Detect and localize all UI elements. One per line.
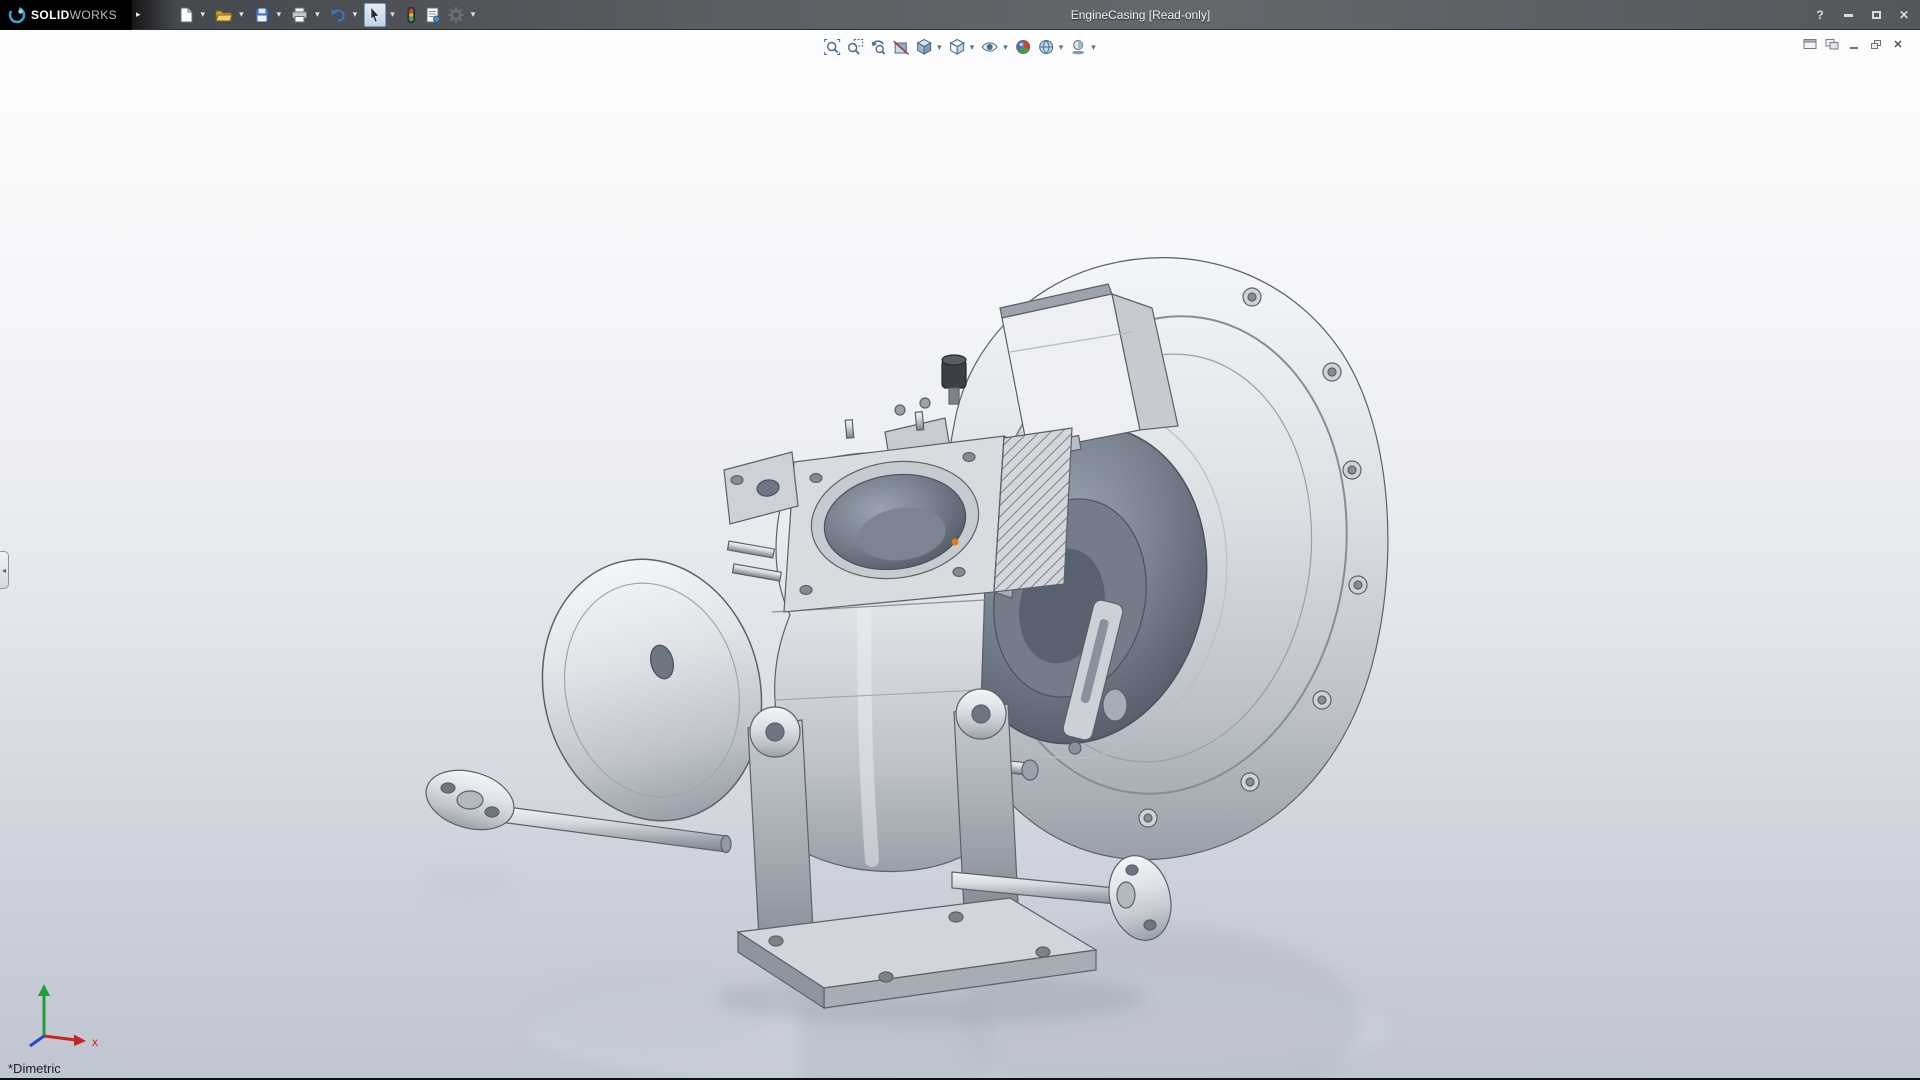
- undo-dropdown-arrow[interactable]: ▾: [353, 9, 358, 20]
- print-dropdown-arrow[interactable]: ▾: [315, 9, 320, 20]
- help-button[interactable]: ?: [1812, 7, 1828, 23]
- menu-flyout-arrow-icon[interactable]: ▸: [136, 9, 141, 20]
- edit-appearance-icon: [1015, 40, 1030, 54]
- brand-text: SOLIDWORKS: [31, 7, 118, 22]
- hide-show-dropdown-arrow[interactable]: ▾: [1003, 42, 1008, 53]
- apply-scene-button[interactable]: [1035, 35, 1057, 59]
- heads-up-view-toolbar: ▾ ▾ ▾ ▾ ▾: [821, 35, 1099, 59]
- title-bar: SOLIDWORKS ▸ ▾ ▾ ▾ ▾ ▾ ▾ ▾ EngineCasing …: [0, 0, 1920, 30]
- select-cursor-icon: [370, 5, 380, 23]
- maximize-icon: [1871, 11, 1881, 19]
- apply-scene-icon: [1038, 40, 1053, 54]
- open-button[interactable]: [212, 3, 235, 27]
- view-settings-dropdown-arrow[interactable]: ▾: [1091, 42, 1096, 53]
- open-icon: [215, 10, 233, 21]
- view-orientation-button[interactable]: [913, 35, 935, 59]
- doc-close-button[interactable]: ✕: [1890, 36, 1906, 52]
- graphics-viewport[interactable]: ▾ ▾ ▾ ▾ ▾ ✕ ◂ x *Dimetric: [0, 30, 1920, 1080]
- previous-view-icon: [871, 40, 886, 55]
- document-title: EngineCasing [Read-only]: [1070, 8, 1211, 22]
- display-style-dropdown-arrow[interactable]: ▾: [970, 42, 975, 53]
- section-view-icon: [893, 40, 910, 56]
- undo-button[interactable]: [327, 3, 349, 27]
- doc-prev-window-button[interactable]: [1802, 36, 1818, 52]
- save-button[interactable]: [251, 3, 273, 27]
- view-orientation-icon: [916, 38, 932, 55]
- view-settings-button[interactable]: [1067, 35, 1089, 59]
- new-document-icon: [180, 7, 193, 22]
- zoom-to-fit-button[interactable]: [821, 35, 843, 59]
- dassault-3ds-logo-icon: [8, 6, 26, 23]
- triad-x-label: x: [92, 1035, 98, 1049]
- doc-restore-icon: [1871, 39, 1881, 49]
- zoom-to-area-icon: [847, 39, 864, 55]
- save-icon: [254, 7, 269, 22]
- main-toolbar: ▾ ▾ ▾ ▾ ▾ ▾ ▾: [175, 2, 481, 27]
- display-style-button[interactable]: [946, 35, 968, 59]
- print-button[interactable]: [288, 3, 311, 27]
- zoom-to-fit-icon: [824, 39, 841, 55]
- options-button[interactable]: [445, 3, 467, 27]
- feature-manager-collapsed-tab[interactable]: ◂: [0, 551, 9, 589]
- document-window-controls: ✕: [1802, 36, 1906, 52]
- view-settings-icon: [1072, 40, 1085, 55]
- minimize-button[interactable]: [1840, 7, 1856, 23]
- file-properties-icon: [426, 7, 440, 22]
- solidworks-logo: SOLIDWORKS: [0, 0, 132, 30]
- doc-minimize-button[interactable]: [1846, 36, 1862, 52]
- window-front-icon: [1825, 39, 1839, 50]
- orientation-triad: x: [29, 984, 98, 1049]
- undo-icon: [331, 9, 345, 22]
- print-icon: [292, 7, 308, 22]
- view-orientation-dropdown-arrow[interactable]: ▾: [937, 42, 942, 53]
- previous-view-button[interactable]: [867, 35, 889, 59]
- apply-scene-dropdown-arrow[interactable]: ▾: [1059, 42, 1064, 53]
- section-view-button[interactable]: [890, 35, 912, 59]
- open-dropdown-arrow[interactable]: ▾: [239, 9, 244, 20]
- save-dropdown-arrow[interactable]: ▾: [277, 9, 282, 20]
- file-properties-button[interactable]: [422, 3, 443, 27]
- view-orientation-label: *Dimetric: [8, 1061, 61, 1076]
- window-back-icon: [1803, 39, 1817, 49]
- rebuild-traffic-light-icon: [407, 6, 415, 23]
- options-gear-icon: [447, 6, 464, 23]
- hide-show-items-icon: [981, 42, 998, 52]
- display-style-icon: [949, 38, 965, 55]
- new-dropdown-arrow[interactable]: ▾: [201, 9, 206, 20]
- maximize-button[interactable]: [1868, 7, 1884, 23]
- hide-show-items-button[interactable]: [978, 35, 1001, 59]
- rebuild-button[interactable]: [402, 3, 420, 27]
- select-button[interactable]: [364, 2, 387, 27]
- engine-casing-model[interactable]: [0, 30, 1920, 1080]
- doc-minimize-icon: [1850, 47, 1858, 49]
- select-dropdown-arrow[interactable]: ▾: [390, 9, 395, 20]
- doc-new-window-button[interactable]: [1824, 36, 1840, 52]
- window-controls: ? ✕: [1812, 0, 1912, 30]
- edit-appearance-button[interactable]: [1012, 35, 1034, 59]
- doc-restore-button[interactable]: [1868, 36, 1884, 52]
- zoom-to-area-button[interactable]: [844, 35, 866, 59]
- options-dropdown-arrow[interactable]: ▾: [471, 9, 476, 20]
- minimize-icon: [1843, 13, 1853, 17]
- new-document-button[interactable]: [175, 3, 197, 27]
- close-button[interactable]: ✕: [1896, 7, 1912, 23]
